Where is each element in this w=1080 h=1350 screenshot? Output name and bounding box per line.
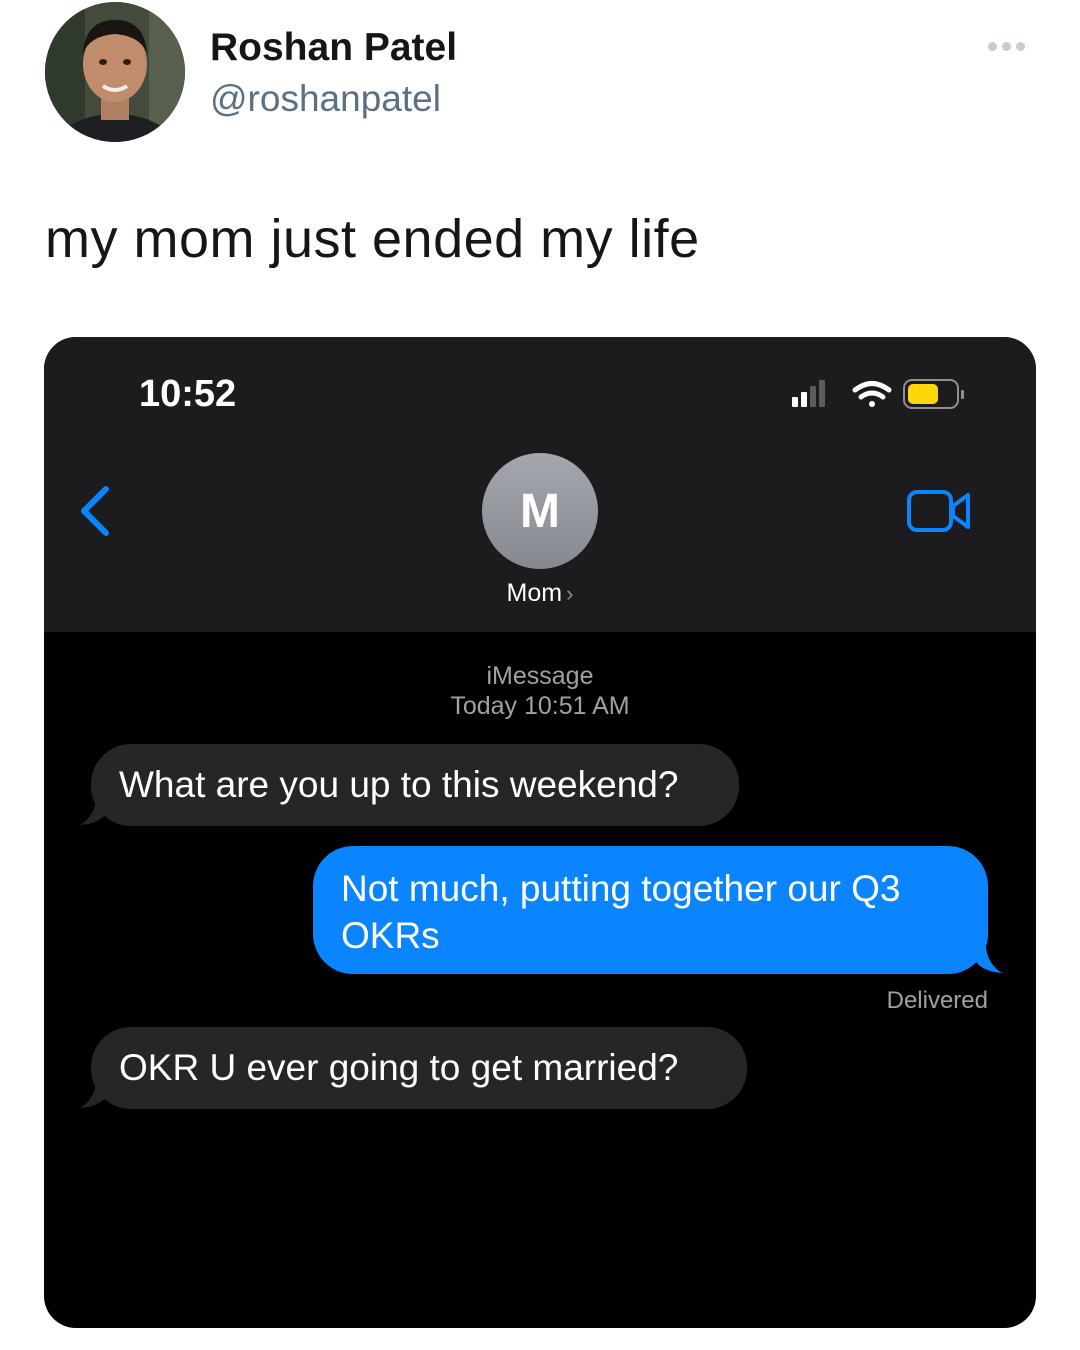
chevron-right-icon: › [566,581,574,606]
status-time: 10:52 [139,373,237,415]
back-chevron-icon[interactable] [76,483,116,539]
battery-icon [903,379,964,409]
contact-name: Mom [506,579,563,607]
message-timestamp: Today 10:51 AM [450,692,630,720]
cellular-signal-icon [792,380,825,407]
profile-avatar[interactable] [45,2,185,142]
facetime-video-icon[interactable] [906,489,972,533]
user-handle[interactable]: @roshanpatel [210,78,441,120]
wifi-icon [852,381,892,407]
message-bubble-sent[interactable]: Not much, putting together our Q3 OKRs [313,846,988,974]
contact-name-link[interactable]: Mom › [44,579,1036,608]
conversation-header: 10:52 M Mom › [44,337,1036,632]
tweet-text: my mom just ended my life [45,209,700,269]
display-name[interactable]: Roshan Patel [210,26,457,70]
tweet-header: Roshan Patel @roshanpatel [0,0,1080,150]
status-icons [792,377,982,413]
service-label: iMessage [486,662,594,690]
message-bubble-received[interactable]: OKR U ever going to get married? [91,1027,747,1109]
delivery-status: Delivered [886,987,988,1014]
contact-avatar[interactable]: M [482,453,598,569]
imessage-screenshot: 10:52 M Mom › iMessage Today 10:51 AM Wh… [44,337,1036,1328]
message-bubble-received[interactable]: What are you up to this weekend? [91,744,739,826]
more-options-icon[interactable] [988,38,1032,54]
